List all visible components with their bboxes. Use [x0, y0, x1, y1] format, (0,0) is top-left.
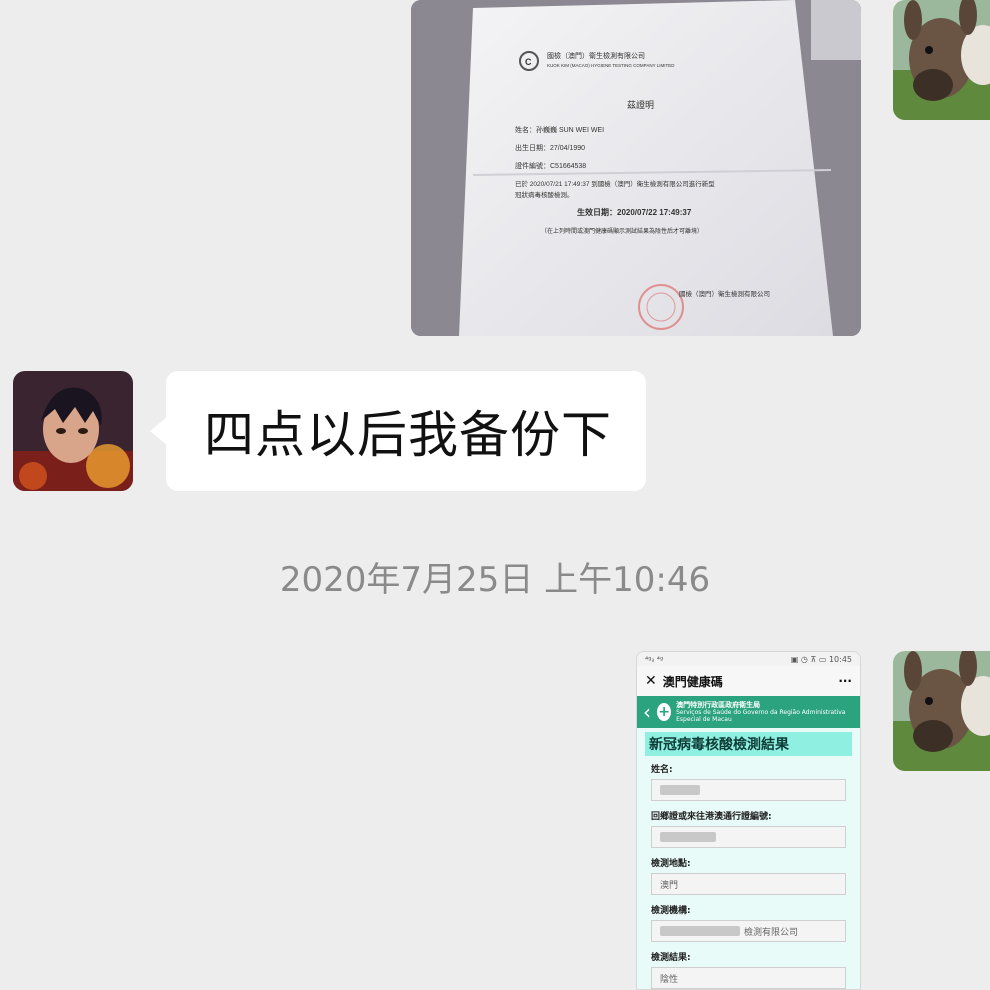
back-arrow-icon: ‹	[643, 700, 651, 724]
status-time: ▣ ◷ ⊼ ▭ 10:45	[790, 654, 852, 664]
doc-note: （在上列時間或澳門健康碼顯示測試結果為陰性后才可離境）	[541, 227, 703, 235]
text-message-content: 四点以后我备份下	[204, 406, 612, 464]
name-label: 姓名:	[651, 765, 673, 775]
phone-status-bar: ⁴ᵍᵢₗ ⁴ᵍ ▣ ◷ ⊼ ▭ 10:45	[637, 652, 860, 666]
self-avatar-top[interactable]	[893, 0, 990, 120]
contact-avatar[interactable]	[13, 371, 133, 491]
company-name-en: KUOK KIM (MACAO) HYGIENE TESTING COMPANY…	[547, 63, 675, 68]
chat-timestamp: 2020年7月25日 上午10:46	[279, 560, 711, 600]
more-icon: ···	[838, 674, 852, 688]
org-value: 檢測有限公司	[744, 927, 799, 938]
doc-dob: 出生日期：27/04/1990	[515, 143, 585, 152]
status-signal: ⁴ᵍᵢₗ ⁴ᵍ	[645, 654, 664, 664]
health-cross-icon: +	[657, 703, 672, 721]
health-code-screenshot-message[interactable]: ⁴ᵍᵢₗ ⁴ᵍ ▣ ◷ ⊼ ▭ 10:45 ✕ 澳門健康碼 ··· ‹ + 澳門…	[636, 651, 861, 990]
doc-name: 姓名：孙巍巍 SUN WEI WEI	[515, 125, 604, 134]
result-field: 陰性	[651, 967, 846, 989]
result-heading: 新冠病毒核酸檢測結果	[645, 732, 852, 756]
close-icon: ✕	[645, 673, 657, 689]
department-name: 澳門特別行政區政府衛生局 Serviços de Saúde do Govern…	[676, 700, 854, 723]
doc-effective: 生效日期：2020/07/22 17:49:37	[577, 207, 692, 217]
permit-field	[651, 826, 846, 848]
department-header: ‹ + 澳門特別行政區政府衛生局 Serviços de Saúde do Go…	[637, 696, 860, 728]
app-title-bar: ✕ 澳門健康碼 ···	[637, 666, 860, 696]
doc-body-1: 已於 2020/07/21 17:49:37 到國檢（澳門）衛生檢測有限公司進行…	[515, 179, 715, 188]
text-message-bubble[interactable]: 四点以后我备份下	[166, 371, 646, 491]
org-label: 檢測機構:	[651, 906, 691, 916]
org-field: 檢測有限公司	[651, 920, 846, 942]
doc-body-2: 冠狀病毒核酸檢測。	[515, 190, 574, 199]
donkey-avatar-icon	[893, 0, 990, 120]
self-avatar-bottom[interactable]	[893, 651, 990, 771]
svg-text:C: C	[525, 57, 532, 67]
company-name-cn: 國檢（澳門）衛生檢測有限公司	[547, 51, 645, 60]
location-field: 澳門	[651, 873, 846, 895]
anime-avatar-icon	[13, 371, 133, 491]
doc-id: 證件編號：C51664538	[515, 161, 586, 170]
app-title: 澳門健康碼	[662, 674, 723, 689]
department-name-pt: Serviços de Saúde do Governo da Região A…	[676, 708, 846, 723]
bubble-tail	[150, 417, 167, 445]
department-name-cn: 澳門特別行政區政府衛生局	[676, 700, 761, 709]
result-label: 檢測結果:	[651, 953, 691, 963]
doc-signature: 國檢（澳門）衛生檢測有限公司	[679, 289, 770, 298]
location-label: 檢測地點:	[651, 859, 691, 869]
permit-label: 回鄉證或來往港澳通行證編號:	[651, 812, 772, 822]
doc-title: 茲證明	[627, 99, 654, 110]
certificate-photo-message[interactable]: C 國檢（澳門）衛生檢測有限公司 KUOK KIM (MACAO) HYGIEN…	[411, 0, 861, 336]
donkey-avatar-icon	[893, 651, 990, 771]
name-field	[651, 779, 846, 801]
result-content: 新冠病毒核酸檢測結果 姓名: 回鄉證或來往港澳通行證編號: 檢測地點: 澳門 檢…	[637, 728, 860, 989]
